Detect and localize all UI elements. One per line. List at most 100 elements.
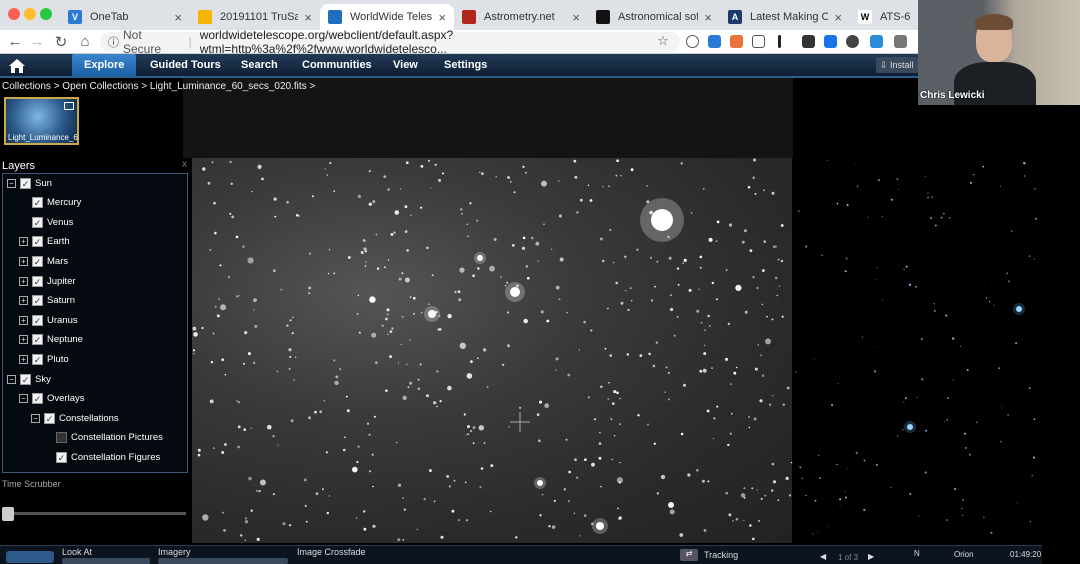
browser-tab[interactable]: V OneTab × [60,4,190,30]
layer-checkbox[interactable]: ✓ [56,471,67,472]
layer-item[interactable]: + ✓ Jupiter [19,273,76,289]
expand-toggle-icon[interactable]: + [19,276,28,286]
layer-checkbox[interactable]: ✓ [32,275,43,287]
nav-guided-tours[interactable]: Guided Tours [138,54,233,76]
browser-tab[interactable]: Astronomical softwa × [588,4,720,30]
layer-checkbox[interactable]: ✓ [32,197,43,209]
expand-toggle-icon[interactable]: + [19,315,28,325]
layer-checkbox[interactable]: ✓ [44,412,55,424]
imagery-dropdown[interactable] [158,558,288,564]
nav-search[interactable]: Search [229,54,290,76]
expand-toggle-icon[interactable]: − [7,178,16,188]
expand-toggle-icon[interactable]: + [19,237,28,247]
layer-item[interactable]: + ✓ Pluto [19,351,69,367]
imagery-label[interactable]: Imagery [158,547,191,557]
layer-item[interactable]: − ✓ Sky [7,371,51,387]
expand-toggle-icon[interactable]: + [19,296,28,306]
tab-close-icon[interactable]: × [438,10,446,25]
browser-tab[interactable]: 20191101 TruSat Tes × [190,4,320,30]
tab-close-icon[interactable]: × [704,10,712,25]
nav-view[interactable]: View [381,54,430,76]
expand-toggle-icon[interactable]: − [7,374,16,384]
star [357,194,361,198]
extension-drop-icon[interactable] [870,35,883,48]
nav-communities[interactable]: Communities [290,54,384,76]
layer-item[interactable]: + ✓ Saturn [19,293,75,309]
extension-pocket-icon[interactable] [752,35,765,48]
star [530,236,534,240]
expand-toggle-icon[interactable]: − [31,413,40,423]
tab-close-icon[interactable]: × [174,10,182,25]
layer-checkbox[interactable]: ✓ [32,353,43,365]
tracking-label[interactable]: Tracking [704,550,738,560]
extension-zoom-icon[interactable] [824,35,837,48]
layer-item[interactable]: Constellation Pictures [43,430,163,446]
forward-icon[interactable]: → [28,33,46,50]
tab-close-icon[interactable]: × [834,10,842,25]
extension-onetab-icon[interactable] [708,35,721,48]
star [761,374,765,377]
browser-tab[interactable]: W ATS-6 - Wi [850,4,918,30]
url-field[interactable]: ⓘ Not Secure | worldwidetelescope.org/we… [100,28,680,56]
extension-icon[interactable] [802,35,815,48]
tab-close-icon[interactable]: × [572,10,580,25]
layer-item[interactable]: + ✓ Earth [19,234,70,250]
layer-item[interactable]: − ✓ Sun [7,175,52,191]
layer-checkbox[interactable]: ✓ [32,393,43,405]
layer-item[interactable]: ✓ Venus [19,214,73,230]
browser-tab[interactable]: Astrometry.net × [454,4,588,30]
extension-info-icon[interactable] [686,35,699,48]
expand-toggle-icon[interactable]: + [19,256,28,266]
next-page-icon[interactable]: ▶ [868,552,874,561]
reload-icon[interactable]: ↻ [52,33,70,51]
extension-icon[interactable] [846,35,859,48]
extension-text-icon[interactable] [894,35,907,48]
extension-icon[interactable] [730,35,743,48]
tab-close-icon[interactable]: × [304,10,312,25]
prev-page-icon[interactable]: ◀ [820,552,826,561]
back-icon[interactable]: ← [6,33,24,50]
layer-item[interactable]: − ✓ Constellations [31,410,119,426]
look-at-dropdown[interactable] [62,558,150,564]
layer-checkbox[interactable]: ✓ [32,236,43,248]
layer-checkbox[interactable]: ✓ [32,314,43,326]
expand-toggle-icon[interactable]: + [19,335,28,345]
look-at-label[interactable]: Look At [62,547,92,557]
layer-checkbox[interactable]: ✓ [32,216,43,228]
install-button[interactable]: ⇩ Install [876,57,918,73]
layer-checkbox[interactable] [56,432,67,444]
layer-item[interactable]: ✓ Constellation Boundaries [43,469,177,472]
layer-item[interactable]: − ✓ Overlays [19,391,84,407]
layers-close-icon[interactable]: x [182,159,187,170]
tracking-icon[interactable]: ⇄ [680,549,698,561]
browser-tab[interactable]: WorldWide Telescop × [320,4,454,30]
time-scrubber-track[interactable] [4,512,186,515]
nav-explore[interactable]: Explore [72,54,137,76]
layer-checkbox[interactable]: ✓ [32,255,43,267]
expand-toggle-icon[interactable]: + [19,354,28,364]
extension-alert-icon[interactable] [778,35,781,48]
nav-settings[interactable]: Settings [432,54,499,76]
browser-tab[interactable]: A Latest Making Obse × [720,4,850,30]
context-thumbnail[interactable] [6,551,54,563]
layer-checkbox[interactable]: ✓ [20,177,31,189]
layer-checkbox[interactable]: ✓ [32,334,43,346]
close-window-icon[interactable] [8,8,20,20]
breadcrumb[interactable]: Collections > Open Collections > Light_L… [2,81,315,92]
layer-item[interactable]: ✓ Mercury [19,195,81,211]
layer-checkbox[interactable]: ✓ [32,295,43,307]
maximize-window-icon[interactable] [40,8,52,20]
layer-item[interactable]: ✓ Constellation Figures [43,449,160,465]
collection-thumbnail[interactable]: Light_Luminance_60 [4,97,79,145]
home-icon[interactable]: ⌂ [76,33,94,50]
layer-checkbox[interactable]: ✓ [20,373,31,385]
wwt-home-icon[interactable] [8,58,26,74]
expand-toggle-icon[interactable]: − [19,394,28,404]
layer-item[interactable]: + ✓ Neptune [19,332,83,348]
time-scrubber-handle[interactable] [2,507,14,521]
layer-item[interactable]: + ✓ Uranus [19,312,78,328]
layer-checkbox[interactable]: ✓ [56,451,67,463]
layer-item[interactable]: + ✓ Mars [19,253,68,269]
bookmark-star-icon[interactable]: ☆ [654,33,672,49]
minimize-window-icon[interactable] [24,8,36,20]
